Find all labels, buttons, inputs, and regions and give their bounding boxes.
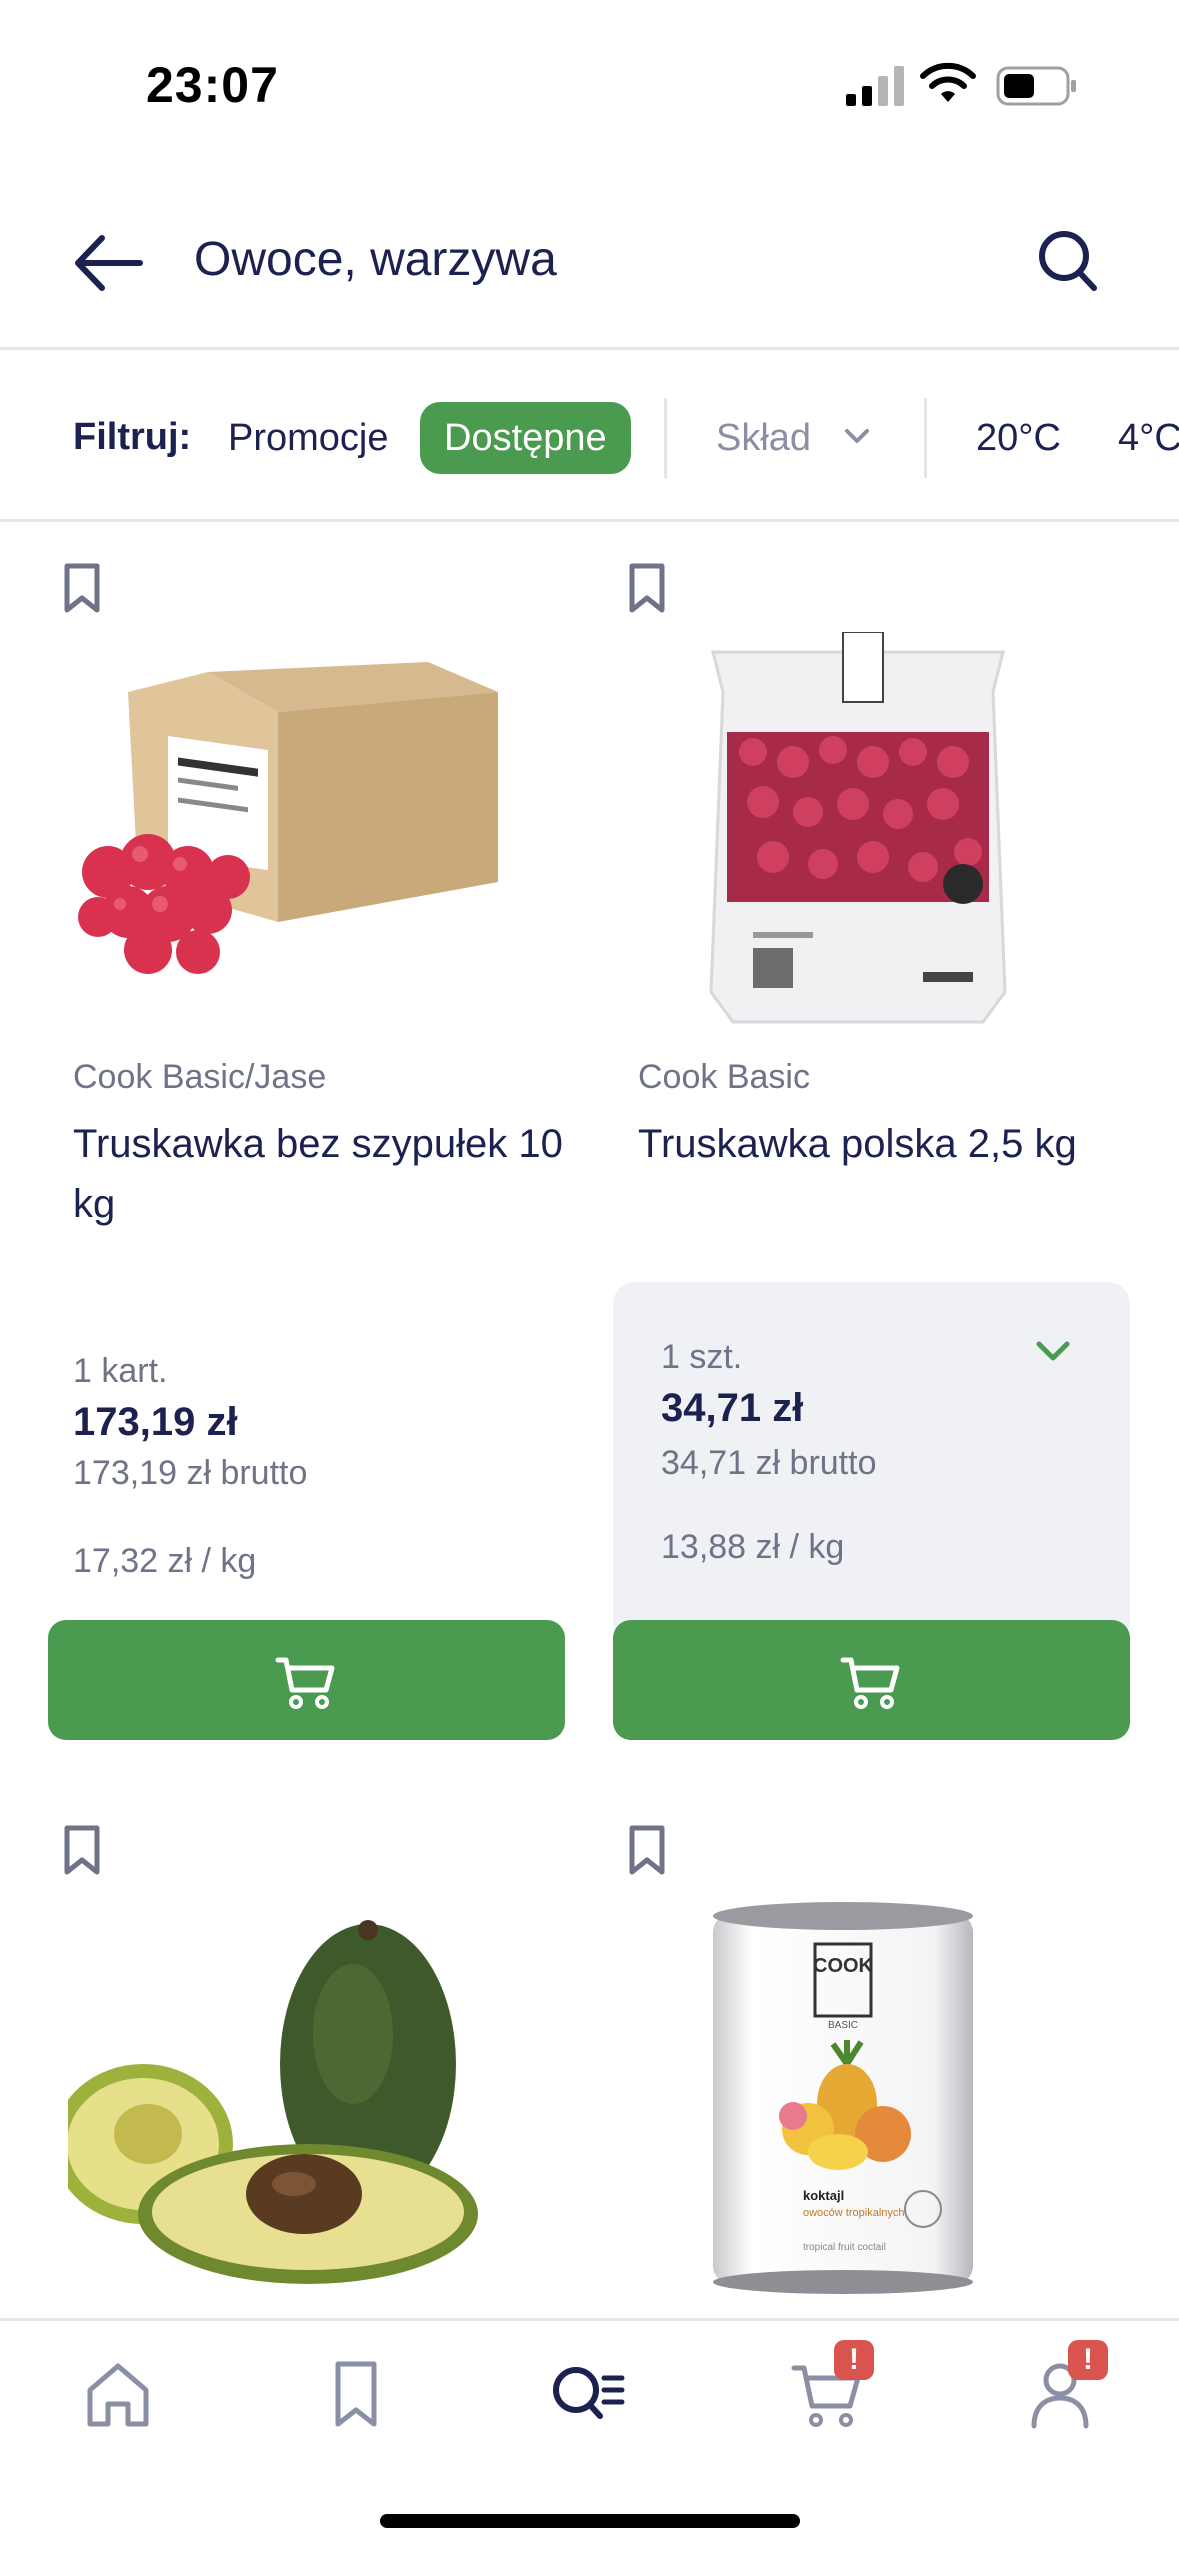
home-indicator [380,2514,800,2528]
product-name[interactable]: Truskawka bez szypułek 10 kg [73,1114,573,1234]
can-label-line3: tropical fruit coctail [803,2242,886,2253]
filter-dropdown-sklad[interactable]: Skład [692,402,894,474]
catalog-search-icon[interactable] [548,2354,628,2434]
chevron-down-icon [844,428,869,443]
can-logo-sub: BASIC [828,2020,858,2031]
product-price: 173,19 zł [73,1400,238,1444]
filter-divider [924,398,927,478]
home-icon[interactable] [78,2354,158,2434]
price-panel-selected[interactable]: 1 szt. 34,71 zł 34,71 zł brutto 13,88 zł… [613,1282,1130,1642]
account-alert-badge: ! [1068,2340,1108,2380]
status-time: 23:07 [146,57,279,113]
product-price: 34,71 zł [661,1386,804,1430]
can-label-line2: owoców tropikalnych [803,2207,905,2219]
add-to-cart-button[interactable] [48,1620,565,1740]
product-image[interactable] [633,632,1113,1032]
can-label-title: koktajl [803,2188,844,2203]
product-unit: 1 szt. [661,1338,743,1376]
filter-chip-20c[interactable]: 20°C [952,402,1085,474]
product-unit: 1 kart. [73,1352,168,1390]
bookmark-icon[interactable] [62,1824,102,1876]
filter-chip-4c[interactable]: 4°C [1094,402,1179,474]
product-brand: Cook Basic/Jase [73,1058,327,1096]
filter-dropdown-label: Skład [716,417,812,459]
back-arrow-icon[interactable] [70,230,146,296]
checkmark-icon [1036,1341,1070,1361]
product-price-per-kg: 13,88 zł / kg [661,1528,845,1566]
filter-chip-dostepne[interactable]: Dostępne [420,402,631,474]
signal-icon [846,66,904,106]
product-price-brutto: 34,71 zł brutto [661,1444,877,1482]
bookmark-icon[interactable] [627,1824,667,1876]
add-to-cart-button[interactable] [613,1620,1130,1740]
product-image[interactable] [68,1894,548,2294]
battery-icon [996,66,1076,106]
product-brand: Cook Basic [638,1058,810,1096]
cart-icon [840,1657,900,1709]
wifi-icon [920,62,976,102]
page-title: Owoce, warzywa [194,233,557,286]
cart-icon [275,1657,335,1709]
filter-label: Filtruj: [73,416,192,458]
filter-bar: Filtruj: Promocje Dostępne Skład 20°C 4°… [0,352,1179,522]
app-header: Owoce, warzywa [0,200,1179,350]
filter-divider [664,398,667,478]
product-image[interactable]: COOK BASIC koktajl owoców tropikalnych t… [633,1894,1113,2294]
product-name[interactable]: Truskawka polska 2,5 kg [638,1114,1138,1174]
product-grid: Cook Basic/Jase Truskawka bez szypułek 1… [0,522,1179,2318]
filter-chip-promocje[interactable]: Promocje [204,402,413,474]
can-logo-line1: COOK [813,1955,874,1977]
cart-alert-badge: ! [834,2340,874,2380]
product-price-per-kg: 17,32 zł / kg [73,1542,257,1580]
bookmark-icon[interactable] [62,562,102,614]
bookmark-icon[interactable] [316,2354,396,2434]
product-price-brutto: 173,19 zł brutto [73,1454,308,1492]
bookmark-icon[interactable] [627,562,667,614]
price-panel[interactable]: 1 kart. 173,19 zł 173,19 zł brutto 17,32… [48,1282,565,1642]
product-image[interactable] [68,632,548,1032]
search-icon[interactable] [1036,228,1100,294]
status-bar: 23:07 [0,0,1179,150]
